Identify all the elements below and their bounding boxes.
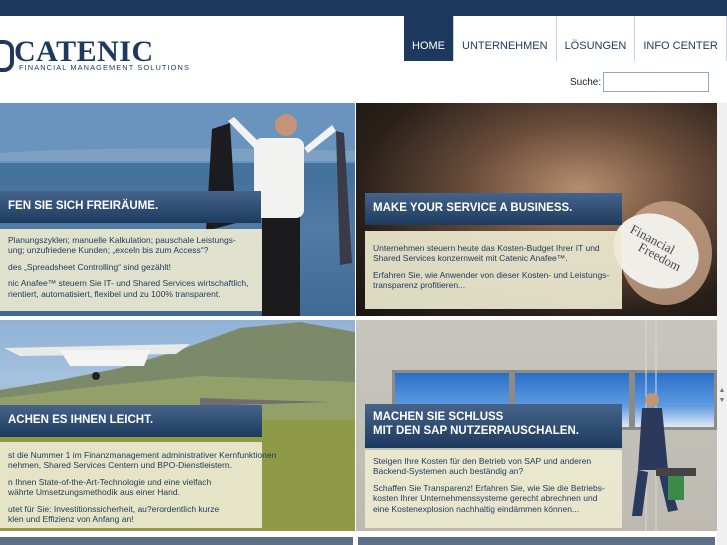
panel-text: Steigen Ihre Kosten für den Betrieb von … <box>373 456 592 466</box>
panel-text-box: st die Nummer 1 im Finanzmanagement admi… <box>0 442 277 528</box>
panel-heading: MACHEN SIE SCHLUSS MIT DEN SAP NUTZERPAU… <box>365 404 622 448</box>
panel-text: Shared Services konzernweit mit Catenic … <box>373 253 568 264</box>
nav-loesungen[interactable]: LÖSUNGEN <box>555 16 635 61</box>
panel-text: nehmen, Shared Services Centern und BPO-… <box>8 460 232 471</box>
panel-text: n Ihnen State-of-the-Art-Technologie und… <box>8 476 212 487</box>
promo-panel-leicht[interactable]: ACHEN ES IHNEN LEICHT. st die Nummer 1 i… <box>0 320 355 531</box>
panel-text: klen und Effizienz von Anfang an! <box>8 514 134 525</box>
top-bar <box>0 0 727 16</box>
nav-info-center[interactable]: INFO CENTER <box>634 16 726 61</box>
panel-text: utet für Sie: Investitionssicherheit, au… <box>8 503 220 514</box>
logo-subtitle: FINANCIAL MANAGEMENT SOLUTIONS <box>19 63 190 72</box>
panel-heading: ACHEN ES IHNEN LEICHT. <box>0 405 262 437</box>
panel-text: des „Spreadsheet Controlling“ sind gezäh… <box>8 261 172 272</box>
panel-text: transparenz profitieren... <box>373 280 466 291</box>
bottom-panel-strip <box>0 537 353 545</box>
bottom-panel-strip <box>358 537 715 545</box>
nav-unternehmen[interactable]: UNTERNEHMEN <box>453 16 556 61</box>
scroll-down-icon[interactable]: ▼ <box>718 397 726 405</box>
search-label: Suche: <box>570 77 602 88</box>
logo-mark-icon <box>0 40 14 72</box>
promo-panel-freiraeume[interactable]: FEN SIE SICH FREIRÄUME. Planungszyklen; … <box>0 103 355 316</box>
search-input[interactable] <box>603 72 709 92</box>
panel-text: nic Anafee™ steuern Sie IT- und Shared S… <box>8 278 249 289</box>
catenic-logo[interactable]: CATENIC FINANCIAL MANAGEMENT SOLUTIONS <box>0 36 189 76</box>
scroll-up-icon[interactable]: ▲ <box>718 387 726 395</box>
panel-text: währte Umsetzungsmethodik aus einer Hand… <box>8 487 180 498</box>
panel-text-box: Unternehmen steuern heute das Kosten-Bud… <box>365 231 622 309</box>
panel-text: Erfahren Sie, wie Anwender von dieser Ko… <box>373 269 610 280</box>
panel-text: Unternehmen steuern heute das Kosten-Bud… <box>373 243 600 253</box>
panel-text: Backend-Systemen auch beständig an? <box>373 466 524 477</box>
panel-heading-line: MIT DEN SAP NUTZERPAUSCHALEN. <box>373 425 579 437</box>
promo-panel-sap-pauschalen[interactable]: MACHEN SIE SCHLUSS MIT DEN SAP NUTZERPAU… <box>356 320 717 531</box>
vertical-scrollbar[interactable]: ▲ ▼ <box>717 103 727 545</box>
panel-text: rientiert, automatisiert, flexibel und z… <box>8 288 221 299</box>
panel-text: Planungszyklen; manuelle Kalkulation; pa… <box>8 235 236 245</box>
nav-home[interactable]: HOME <box>404 16 453 61</box>
panel-text: ung; unzufriedene Kunden; „exceln bis zu… <box>8 245 209 256</box>
panel-text: eine Kostenexplosion nachhaltig eindämme… <box>373 503 580 514</box>
panel-text: st die Nummer 1 im Finanzmanagement admi… <box>8 450 277 460</box>
panel-text-box: Planungszyklen; manuelle Kalkulation; pa… <box>0 229 262 311</box>
main-nav: HOME UNTERNEHMEN LÖSUNGEN INFO CENTER K <box>404 16 727 61</box>
panel-heading-line: MACHEN SIE SCHLUSS <box>373 411 504 423</box>
promo-panel-service-business[interactable]: Financial Freedom MAKE YOUR SERVICE A BU… <box>356 103 717 316</box>
panel-text-box: Steigen Ihre Kosten für den Betrieb von … <box>365 450 622 528</box>
panel-text: kosten Ihrer Unternehmenssysteme gerecht… <box>373 493 598 504</box>
panel-heading: FEN SIE SICH FREIRÄUME. <box>0 191 261 223</box>
panel-text: Schaffen Sie Transparenz! Erfahren Sie, … <box>373 482 605 493</box>
panel-heading: MAKE YOUR SERVICE A BUSINESS. <box>365 193 622 225</box>
